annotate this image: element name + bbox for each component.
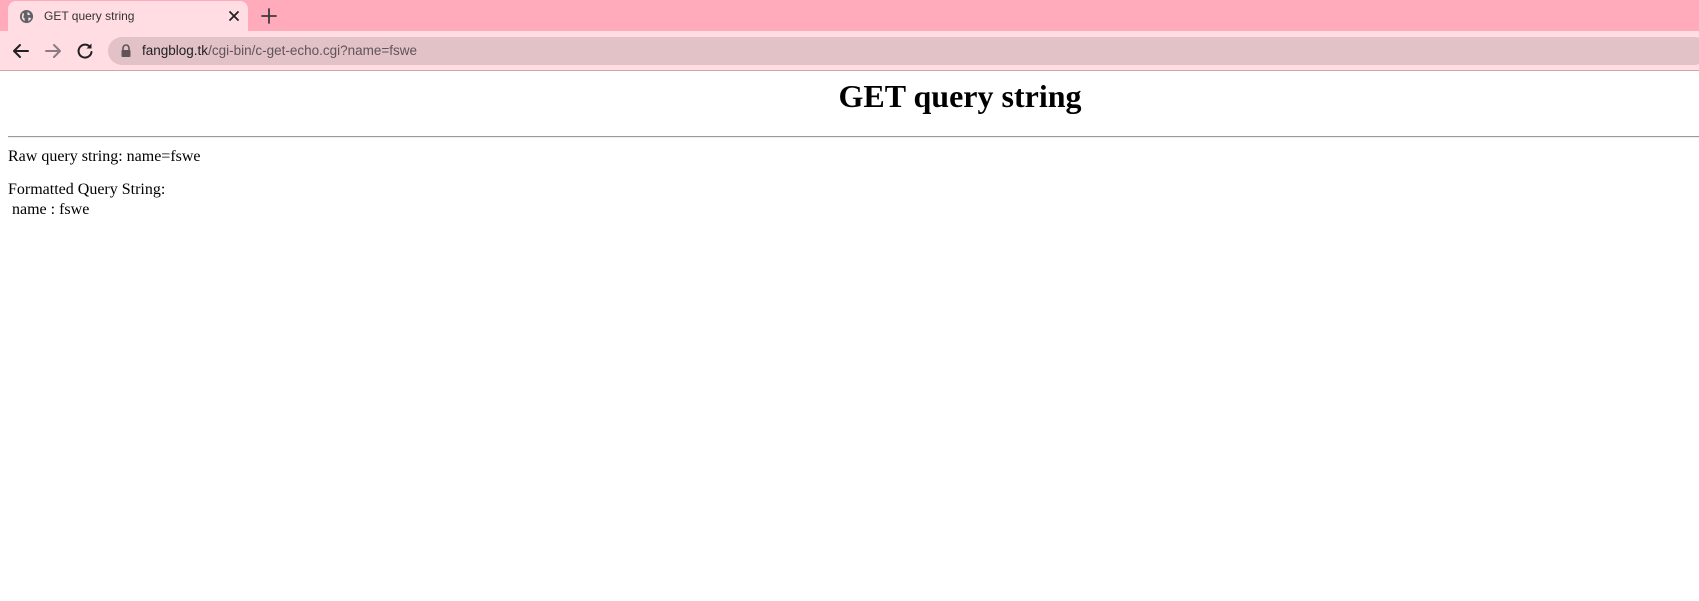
lock-icon[interactable]: [120, 44, 132, 58]
globe-icon: [19, 9, 34, 24]
url-path: /cgi-bin/c-get-echo.cgi?name=fswe: [208, 43, 418, 58]
tab-strip: GET query string: [0, 0, 1699, 31]
tab-title: GET query string: [44, 9, 135, 23]
back-arrow-icon[interactable]: [11, 41, 31, 61]
plus-icon[interactable]: [260, 7, 278, 25]
horizontal-rule: [8, 136, 1699, 138]
raw-query-string: Raw query string: name=fswe: [8, 148, 201, 165]
page-content: GET query string Raw query string: name=…: [0, 71, 1699, 601]
browser-tab[interactable]: GET query string: [8, 1, 248, 31]
close-icon[interactable]: [226, 8, 242, 24]
formatted-query-label: Formatted Query String:: [8, 181, 166, 198]
page-heading: GET query string: [838, 78, 1082, 114]
forward-arrow-icon[interactable]: [43, 41, 63, 61]
url-text[interactable]: fangblog.tk/cgi-bin/c-get-echo.cgi?name=…: [142, 43, 417, 59]
url-host: fangblog.tk: [142, 43, 209, 58]
address-bar[interactable]: fangblog.tk/cgi-bin/c-get-echo.cgi?name=…: [108, 37, 1699, 65]
formatted-entry: name : fswe: [8, 201, 90, 218]
browser-toolbar: fangblog.tk/cgi-bin/c-get-echo.cgi?name=…: [0, 31, 1699, 71]
reload-icon[interactable]: [75, 41, 95, 61]
